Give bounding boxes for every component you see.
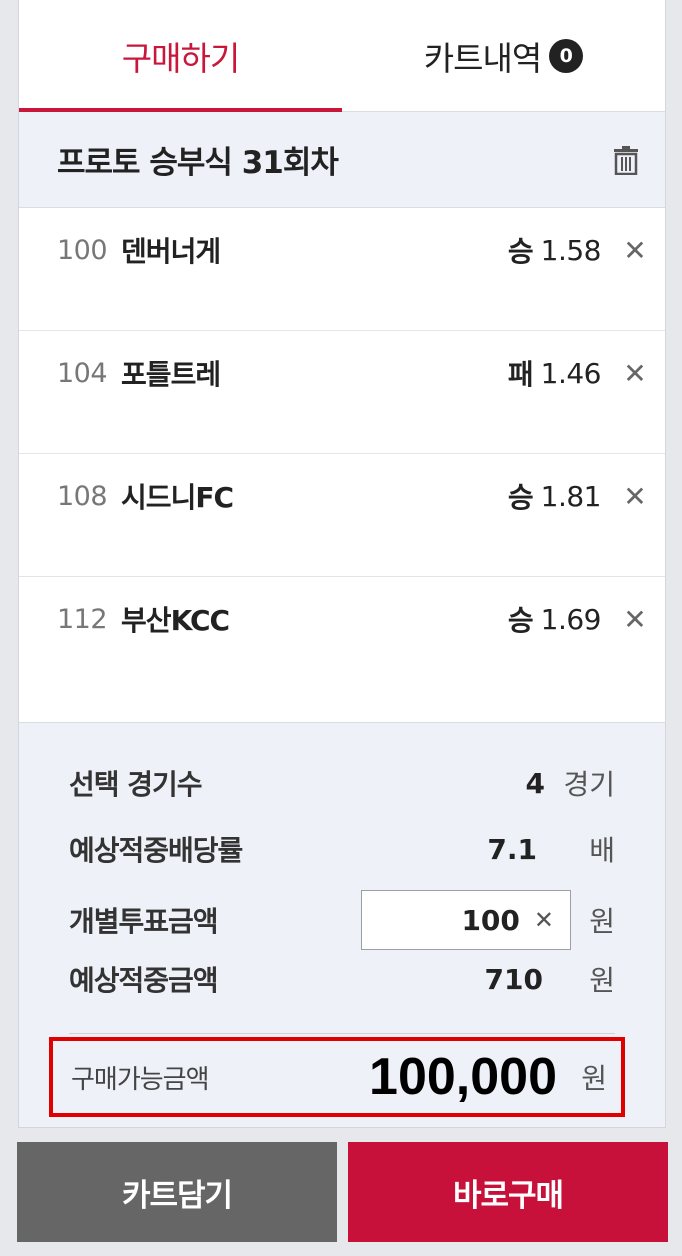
- pick-result: 승: [507, 604, 534, 637]
- pick-odds: 1.58: [540, 233, 602, 267]
- bet-amount-value: 100: [461, 903, 520, 937]
- trash-icon[interactable]: [613, 145, 639, 175]
- remove-pick-icon[interactable]: ✕: [623, 480, 647, 513]
- remove-pick-icon[interactable]: ✕: [623, 603, 647, 636]
- tab-cart-history-label: 카트내역: [423, 38, 542, 78]
- selected-games-value: 4: [525, 766, 545, 800]
- pick-result: 승: [507, 235, 534, 268]
- pick-odds: 1.69: [540, 602, 602, 636]
- pick-result: 승: [507, 481, 534, 514]
- pick-team: 덴버너게: [121, 235, 221, 268]
- add-to-cart-button[interactable]: 카트담기: [17, 1142, 337, 1242]
- tab-purchase-label: 구매하기: [121, 38, 240, 78]
- pick-item: 100 덴버너게 승 1.58 ✕: [19, 208, 665, 331]
- pick-item: 104 포틀트레 패 1.46 ✕: [19, 331, 665, 454]
- pick-result: 패: [507, 358, 534, 391]
- game-header: 프로토 승부식 31회차: [19, 112, 665, 208]
- selected-games-row: 선택 경기수 4 경기: [69, 759, 615, 807]
- selected-games-label: 선택 경기수: [69, 768, 203, 801]
- expected-odds-value: 7.1: [487, 832, 537, 866]
- remove-pick-icon[interactable]: ✕: [623, 357, 647, 390]
- available-amount-row: 구매가능금액 100,000 원: [49, 1037, 625, 1117]
- pick-item: 108 시드니FC 승 1.81 ✕: [19, 454, 665, 577]
- pick-team: 포틀트레: [121, 358, 221, 391]
- pick-odds: 1.46: [540, 356, 602, 390]
- bet-amount-unit: 원: [589, 905, 615, 938]
- expected-odds-row: 예상적중배당률 7.1 배: [69, 825, 615, 873]
- pick-number: 108: [57, 480, 108, 512]
- expected-win-label: 예상적중금액: [69, 964, 219, 997]
- available-amount-unit: 원: [581, 1062, 607, 1095]
- pick-number: 104: [57, 357, 108, 389]
- available-amount-label: 구매가능금액: [71, 1064, 210, 1095]
- remove-pick-icon[interactable]: ✕: [623, 234, 647, 267]
- tab-cart-history[interactable]: 카트내역 0: [342, 0, 665, 111]
- cart-count-badge: 0: [549, 38, 584, 73]
- clear-amount-icon[interactable]: ✕: [534, 906, 554, 934]
- betslip-panel: 구매하기 카트내역 0 프로토 승부식 31회차 100 덴버너게 승 1.58…: [18, 0, 666, 1128]
- summary-divider: [69, 1033, 615, 1034]
- bet-amount-label: 개별투표금액: [69, 905, 219, 938]
- expected-win-unit: 원: [589, 964, 615, 997]
- bet-amount-input[interactable]: 100 ✕: [361, 890, 571, 950]
- expected-odds-unit: 배: [589, 834, 615, 867]
- pick-team: 부산KCC: [121, 604, 230, 637]
- pick-item: 112 부산KCC 승 1.69 ✕: [19, 577, 665, 700]
- pick-odds: 1.81: [540, 479, 602, 513]
- selected-games-unit: 경기: [563, 768, 615, 801]
- pick-number: 112: [57, 603, 108, 635]
- pick-team: 시드니FC: [121, 481, 234, 514]
- summary-section: 선택 경기수 4 경기 예상적중배당률 7.1 배 개별투표금액 100 ✕ 원…: [19, 722, 665, 1127]
- pick-number: 100: [57, 234, 108, 266]
- expected-win-value: 710: [484, 962, 543, 996]
- buy-now-button[interactable]: 바로구매: [348, 1142, 668, 1242]
- available-amount-value: 100,000: [369, 1048, 557, 1106]
- tab-purchase[interactable]: 구매하기: [19, 0, 342, 112]
- expected-win-row: 예상적중금액 710 원: [69, 955, 615, 1003]
- game-title: 프로토 승부식 31회차: [57, 145, 339, 181]
- pick-list: 100 덴버너게 승 1.58 ✕ 104 포틀트레 패 1.46 ✕ 108 …: [19, 208, 665, 700]
- bet-amount-row: 개별투표금액 100 ✕ 원: [69, 889, 615, 951]
- expected-odds-label: 예상적중배당률: [69, 834, 243, 867]
- tab-bar: 구매하기 카트내역 0: [19, 0, 665, 112]
